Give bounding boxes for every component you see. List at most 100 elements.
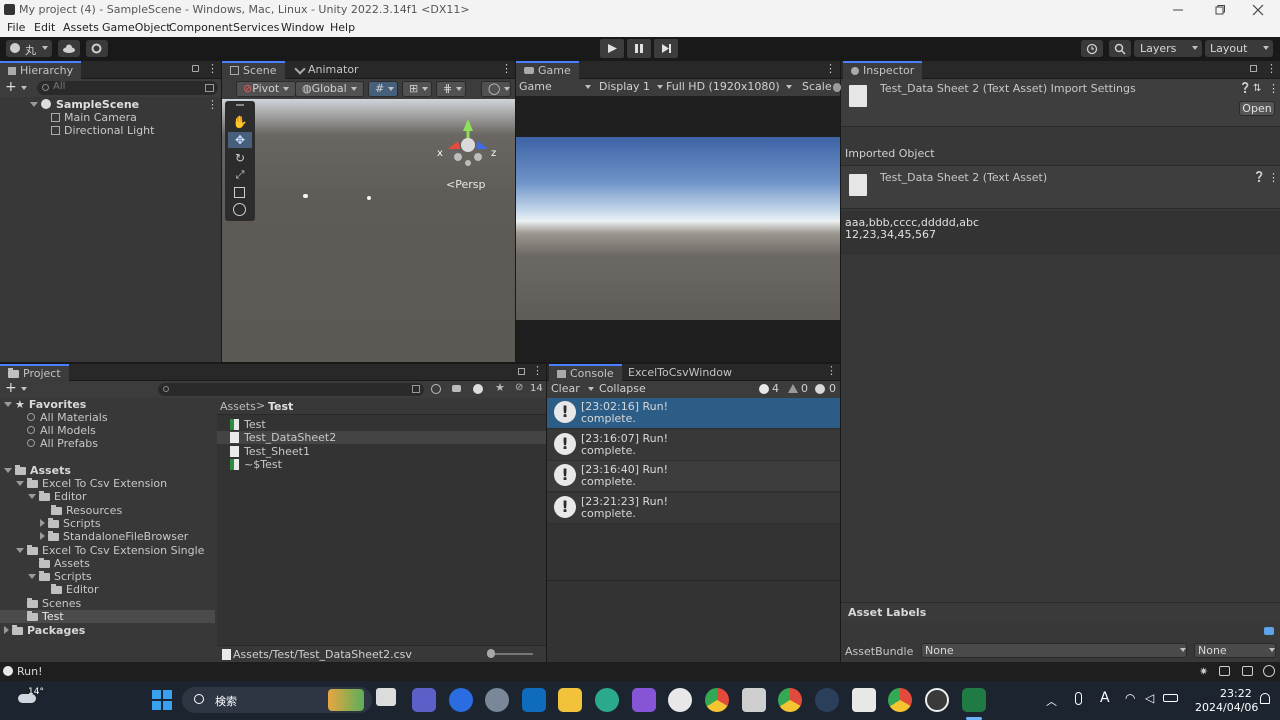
warning-filter-icon[interactable] xyxy=(788,384,798,393)
project-folder-item[interactable]: Scripts xyxy=(0,570,215,583)
project-file-item[interactable]: ~$Test xyxy=(217,458,546,471)
visual-studio-icon[interactable] xyxy=(632,688,656,712)
ime-mode-label[interactable]: A xyxy=(1100,690,1110,706)
info-filter-icon[interactable] xyxy=(759,384,769,394)
hand-tool-icon[interactable]: ✋ xyxy=(232,115,248,129)
tab-game[interactable]: Game xyxy=(516,61,579,79)
menu-assets[interactable]: Assets xyxy=(63,21,99,34)
warning-filter-icon[interactable] xyxy=(473,384,483,394)
scene-camera-gizmo[interactable] xyxy=(367,196,371,200)
project-folder-item[interactable]: Assets xyxy=(0,557,215,570)
collapse-toggle[interactable]: Collapse xyxy=(599,382,646,395)
wifi-icon[interactable]: ◠ xyxy=(1125,691,1135,705)
recorder-icon[interactable] xyxy=(925,688,949,712)
expand-arrow-icon[interactable] xyxy=(30,102,38,107)
tab-scene[interactable]: Scene xyxy=(222,61,285,79)
rotate-tool-icon[interactable]: ↻ xyxy=(232,151,248,165)
project-file-item[interactable]: Test xyxy=(217,418,546,431)
menu-file[interactable]: File xyxy=(7,21,25,34)
lock-icon[interactable] xyxy=(518,368,525,375)
create-button[interactable]: + xyxy=(5,380,27,396)
debug-mode-icon[interactable] xyxy=(1263,665,1275,677)
steam-icon[interactable] xyxy=(815,688,839,712)
search-filter-icon[interactable] xyxy=(205,84,214,92)
maps-icon[interactable] xyxy=(449,688,473,712)
more-menu-icon[interactable]: ⋮ xyxy=(1266,62,1277,75)
scene-light-gizmo[interactable] xyxy=(303,194,308,198)
expand-arrow-icon[interactable] xyxy=(28,494,36,500)
outlook-icon[interactable] xyxy=(522,688,546,712)
taskbar-search-box[interactable]: 検索 xyxy=(182,687,372,713)
tab-animator[interactable]: Animator xyxy=(288,61,367,79)
help-icon[interactable]: ❔ xyxy=(1239,83,1251,94)
chevron-up-icon[interactable]: ︿ xyxy=(1046,693,1057,709)
open-button[interactable]: Open xyxy=(1239,101,1275,116)
menu-gameobject[interactable]: GameObject xyxy=(102,21,171,34)
expand-arrow-icon[interactable] xyxy=(4,626,9,634)
persp-label[interactable]: <Persp xyxy=(446,178,485,191)
task-view-icon[interactable] xyxy=(376,688,396,706)
menu-window[interactable]: Window xyxy=(281,21,324,34)
collab-button[interactable] xyxy=(86,40,108,57)
clock-time[interactable]: 23:22 xyxy=(1220,687,1252,700)
assetbundle-dropdown[interactable]: None xyxy=(921,643,1187,658)
microphone-icon[interactable] xyxy=(1075,692,1082,705)
project-folder-item[interactable]: Scenes xyxy=(0,597,215,610)
assets-root-row[interactable]: Assets xyxy=(0,464,215,477)
project-folder-item[interactable]: Test xyxy=(0,610,215,623)
minimize-icon[interactable] xyxy=(1172,4,1184,16)
more-menu-icon[interactable]: ⋮ xyxy=(532,364,543,377)
expand-arrow-icon[interactable] xyxy=(40,532,45,541)
close-icon[interactable] xyxy=(1252,4,1264,16)
project-folder-item[interactable]: Editor xyxy=(0,490,215,503)
tab-inspector[interactable]: Inspector xyxy=(843,61,923,79)
favorite-item[interactable]: All Prefabs xyxy=(0,437,215,450)
lock-icon[interactable] xyxy=(192,65,199,72)
file-explorer-icon[interactable] xyxy=(558,688,582,712)
pause-button[interactable] xyxy=(627,39,651,58)
more-menu-icon[interactable]: ⋮ xyxy=(825,62,836,75)
expand-arrow-icon[interactable] xyxy=(16,481,24,486)
speaker-icon[interactable]: ◁ xyxy=(1145,691,1154,705)
lock-icon[interactable] xyxy=(1250,65,1257,72)
maximize-icon[interactable] xyxy=(1214,4,1226,16)
grid-snap-toggle[interactable]: # xyxy=(368,81,398,97)
tab-excel-to-csv-window[interactable]: ExcelToCsvWindow xyxy=(620,364,740,382)
favorite-item[interactable]: All Materials xyxy=(0,411,215,424)
move-tool-icon[interactable]: ✥ xyxy=(228,132,252,148)
layers-dropdown[interactable]: Layers xyxy=(1134,40,1202,57)
scale-tool-icon[interactable]: ⤢ xyxy=(232,168,248,182)
cloud-button[interactable] xyxy=(58,40,80,57)
project-file-item[interactable]: Test_DataSheet2 xyxy=(217,431,546,445)
project-folder-item[interactable]: Editor xyxy=(0,583,215,596)
project-folder-item[interactable]: Resources xyxy=(0,504,215,517)
tab-console[interactable]: Console xyxy=(549,364,622,382)
favorite-star-icon[interactable]: ★ xyxy=(495,381,505,394)
project-folder-item[interactable]: Excel To Csv Extension xyxy=(0,477,215,490)
error-filter-icon[interactable] xyxy=(815,384,825,394)
search-by-type-icon[interactable] xyxy=(431,384,441,394)
menu-component[interactable]: Component xyxy=(169,21,233,34)
scale-slider-handle[interactable] xyxy=(833,83,841,92)
battery-icon[interactable] xyxy=(1163,694,1178,702)
favorites-row[interactable]: ★ Favorites xyxy=(0,398,215,411)
packages-row[interactable]: Packages xyxy=(0,624,215,637)
label-tag-icon[interactable] xyxy=(1264,627,1274,635)
unity-editor-icon[interactable] xyxy=(852,688,876,712)
menu-services[interactable]: Services xyxy=(233,21,279,34)
cache-server-icon[interactable] xyxy=(1219,666,1230,676)
excel-icon[interactable] xyxy=(962,688,986,712)
console-log-entry[interactable]: ! [23:02:16] Run! complete. xyxy=(547,398,840,429)
project-folder-item[interactable]: StandaloneFileBrowser xyxy=(0,530,215,543)
chevron-down-icon[interactable] xyxy=(587,387,594,391)
tab-hierarchy[interactable]: Hierarchy xyxy=(0,61,82,79)
project-folder-item[interactable]: Excel To Csv Extension Single xyxy=(0,544,215,557)
game-mode-dropdown[interactable]: Game xyxy=(519,80,591,93)
windows-start-icon[interactable] xyxy=(152,690,172,710)
grid-visibility-toggle[interactable]: ⊞ xyxy=(402,81,432,97)
hierarchy-item[interactable]: Main Camera xyxy=(0,111,221,124)
icon-size-slider-handle[interactable] xyxy=(487,649,495,658)
chrome-app-icon[interactable] xyxy=(888,688,912,712)
project-file-item[interactable]: Test_Sheet1 xyxy=(217,445,546,458)
breadcrumb-test[interactable]: Test xyxy=(268,400,293,413)
